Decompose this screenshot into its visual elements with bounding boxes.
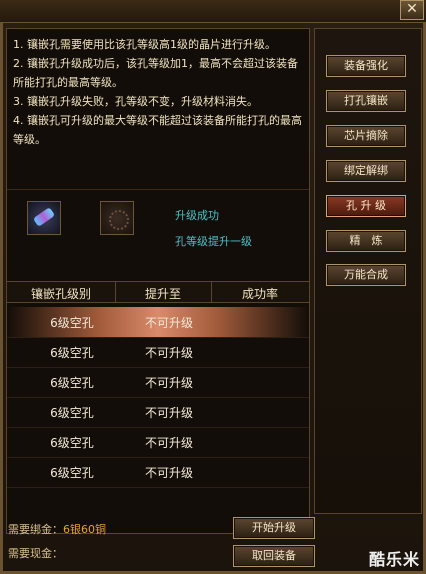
description: 1. 镶嵌孔需要使用比该孔等级高1级的晶片进行升级。 2. 镶嵌孔升级成功后，该… xyxy=(13,35,305,175)
start-upgrade-button[interactable]: 开始升级 xyxy=(233,517,315,539)
weapon-icon xyxy=(32,207,56,227)
description-line: 2. 镶嵌孔升级成功后，该孔等级加1，最高不会超过该装备所能打孔的最高等级。 xyxy=(13,57,298,89)
table-row[interactable]: 6级空孔 不可升级 xyxy=(7,457,309,488)
cell-target: 不可升级 xyxy=(144,466,193,480)
column-header-rate: 成功率 xyxy=(241,287,278,301)
table-row[interactable]: 6级空孔 不可升级 xyxy=(7,337,309,368)
table-row[interactable]: 6级空孔 不可升级 xyxy=(7,397,309,428)
column-header-level: 镶嵌孔级别 xyxy=(30,287,91,301)
cell-target: 不可升级 xyxy=(144,406,193,420)
coin-cost: 需要现金： xyxy=(8,545,63,561)
menu-enhance-button[interactable]: 装备强化 xyxy=(326,55,406,77)
description-line: 4. 镶嵌孔可升级的最大等级不能超过该装备所能打孔的最高等级。 xyxy=(13,114,302,146)
coin-label: 需要现金： xyxy=(8,547,63,560)
menu-universal-synthesis-button[interactable]: 万能合成 xyxy=(326,264,406,286)
main-panel: 1. 镶嵌孔需要使用比该孔等级高1级的晶片进行升级。 2. 镶嵌孔升级成功后，该… xyxy=(6,28,310,534)
table-row[interactable]: 6级空孔 不可升级 xyxy=(7,307,309,338)
menu-socket-button[interactable]: 打孔镶嵌 xyxy=(326,90,406,112)
cell-target: 不可升级 xyxy=(144,346,193,360)
menu-bind-button[interactable]: 绑定解绑 xyxy=(326,160,406,182)
cell-target: 不可升级 xyxy=(144,316,193,330)
table-header: 镶嵌孔级别 提升至 成功率 xyxy=(7,281,309,303)
description-line: 1. 镶嵌孔需要使用比该孔等级高1级的晶片进行升级。 xyxy=(13,38,276,51)
cell-target: 不可升级 xyxy=(144,376,193,390)
bind-gold-label: 需要绑金： xyxy=(8,523,63,536)
divider xyxy=(7,189,309,190)
table-row[interactable]: 6级空孔 不可升级 xyxy=(7,427,309,458)
column-header-target: 提升至 xyxy=(144,287,181,301)
description-line: 3. 镶嵌孔升级失败，孔等级不变，升级材料消失。 xyxy=(13,95,258,108)
menu-socket-upgrade-button[interactable]: 孔 升 级 xyxy=(326,195,406,217)
table-row[interactable]: 6级空孔 不可升级 xyxy=(7,367,309,398)
watermark-logo: 酷乐米 xyxy=(368,550,420,569)
result-message: 升级成功 xyxy=(175,209,219,222)
cell-target: 不可升级 xyxy=(144,436,193,450)
empty-chip-icon xyxy=(109,210,129,230)
material-slot[interactable] xyxy=(100,201,134,235)
close-button[interactable]: ✕ xyxy=(400,0,424,20)
equipment-slot[interactable] xyxy=(27,201,61,235)
menu-chip-remove-button[interactable]: 芯片摘除 xyxy=(326,125,406,147)
bind-gold-cost: 需要绑金：6银60铜 xyxy=(8,521,106,537)
result-detail: 孔等级提升一级 xyxy=(175,235,252,248)
menu-refine-button[interactable]: 精 炼 xyxy=(326,230,406,252)
title-bar xyxy=(0,0,426,23)
retrieve-equipment-button[interactable]: 取回装备 xyxy=(233,545,315,567)
bind-gold-value: 6银60铜 xyxy=(63,523,106,536)
